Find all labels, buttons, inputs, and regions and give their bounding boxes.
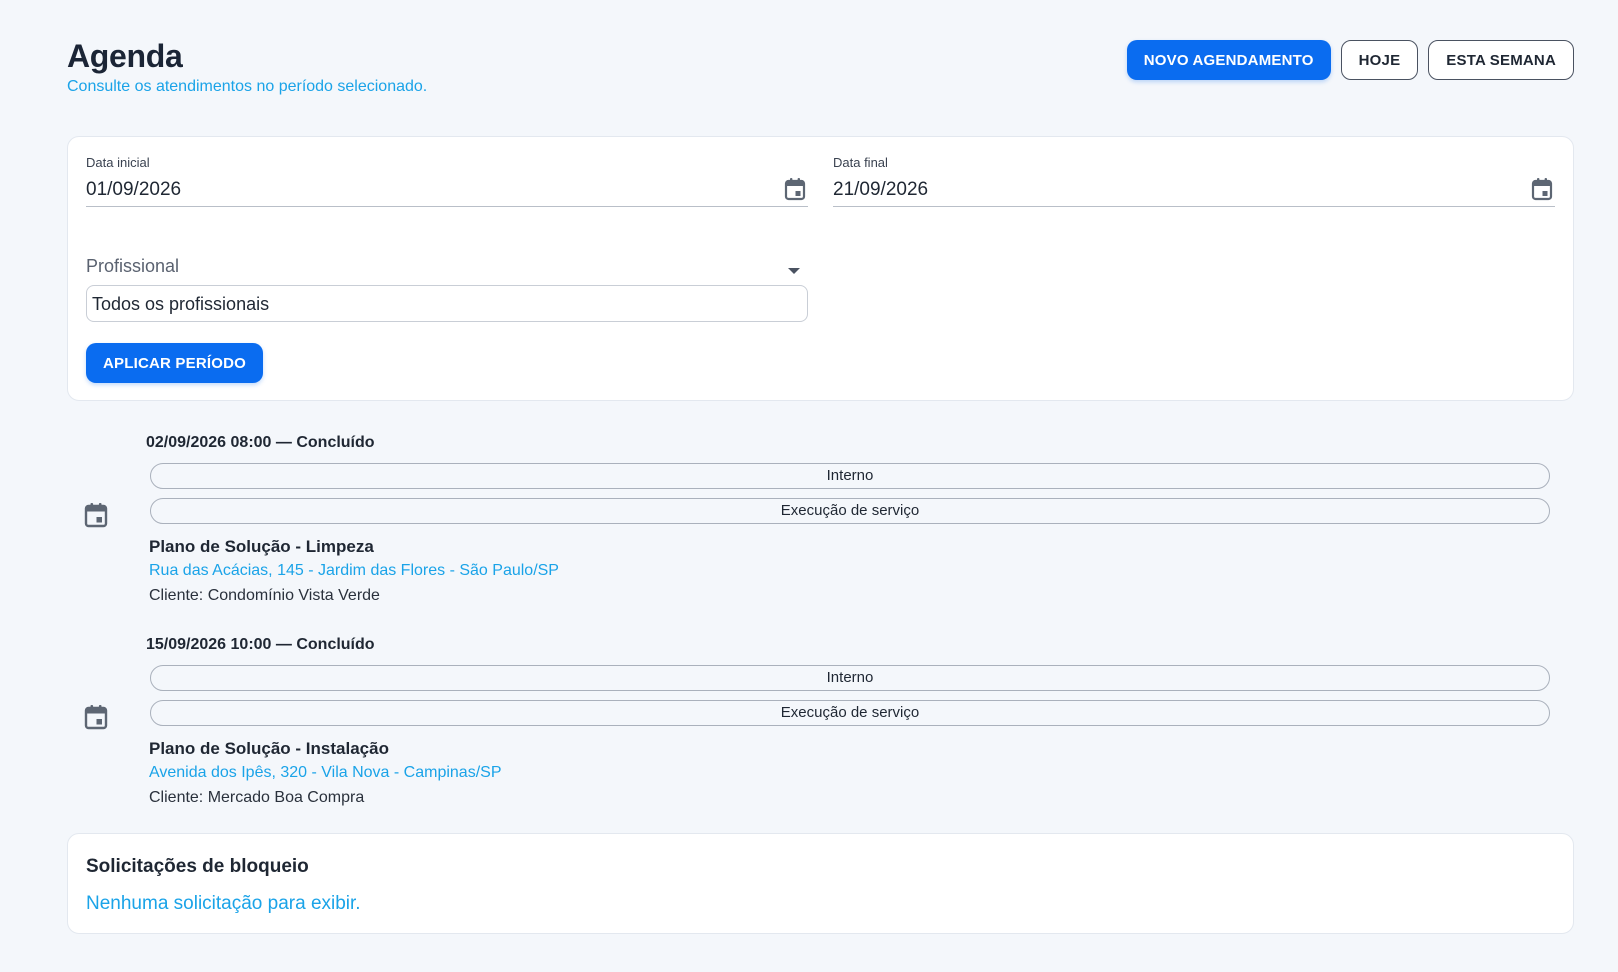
calendar-icon[interactable] xyxy=(1531,177,1553,201)
new-appointment-button[interactable]: NOVO AGENDAMENTO xyxy=(1126,40,1331,80)
start-date-field[interactable]: Data inicial 01/09/2026 xyxy=(86,155,808,207)
header-actions: NOVO AGENDAMENTO HOJE ESTA SEMANA xyxy=(1126,40,1574,80)
tag-chip: Interno xyxy=(150,665,1550,691)
appointment-item[interactable]: 15/09/2026 10:00 — Concluído Interno Exe… xyxy=(67,630,1574,810)
appointment-heading: 15/09/2026 10:00 — Concluído xyxy=(146,636,375,653)
professional-label: Profissional xyxy=(86,256,180,276)
end-date-field[interactable]: Data final 21/09/2026 xyxy=(833,155,1555,207)
start-date-label: Data inicial xyxy=(86,155,150,170)
block-requests-title: Solicitações de bloqueio xyxy=(86,856,309,877)
block-requests-empty-message: Nenhuma solicitação para exibir. xyxy=(86,893,361,914)
appointment-address-link[interactable]: Rua das Acácias, 145 - Jardim das Flores… xyxy=(149,562,559,580)
appointment-item[interactable]: 02/09/2026 08:00 — Concluído Interno Exe… xyxy=(67,428,1574,608)
page-title: Agenda xyxy=(67,38,183,74)
apply-period-button[interactable]: APLICAR PERÍODO xyxy=(86,343,264,383)
appointment-client: Cliente: Mercado Boa Compra xyxy=(149,789,365,806)
calendar-event-icon xyxy=(84,705,108,730)
appointment-heading: 02/09/2026 08:00 — Concluído xyxy=(146,434,375,451)
this-week-button[interactable]: ESTA SEMANA xyxy=(1428,40,1574,80)
tag-chip: Execução de serviço xyxy=(150,498,1550,524)
period-filter-card: Data inicial 01/09/2026 Data final 21/09… xyxy=(67,136,1574,401)
block-requests-card: Solicitações de bloqueio Nenhuma solicit… xyxy=(67,833,1574,934)
tag-chip: Interno xyxy=(150,463,1550,489)
chevron-down-icon[interactable] xyxy=(788,268,800,274)
end-date-value[interactable]: 21/09/2026 xyxy=(833,179,928,201)
today-button[interactable]: HOJE xyxy=(1340,40,1419,80)
tag-chip: Execução de serviço xyxy=(150,700,1550,726)
calendar-icon[interactable] xyxy=(784,177,806,201)
appointment-plan: Plano de Solução - Instalação xyxy=(149,739,389,758)
professional-select[interactable]: Todos os profissionais xyxy=(86,285,808,322)
calendar-event-icon xyxy=(84,503,108,528)
page-subtitle: Consulte os atendimentos no período sele… xyxy=(67,78,428,95)
agenda-page: Agenda Consulte os atendimentos no perío… xyxy=(0,0,1618,972)
start-date-value[interactable]: 01/09/2026 xyxy=(86,179,181,201)
appointment-address-link[interactable]: Avenida dos Ipês, 320 - Vila Nova - Camp… xyxy=(149,764,502,782)
appointment-plan: Plano de Solução - Limpeza xyxy=(149,537,374,556)
appointment-client: Cliente: Condomínio Vista Verde xyxy=(149,587,380,604)
end-date-label: Data final xyxy=(833,155,888,170)
